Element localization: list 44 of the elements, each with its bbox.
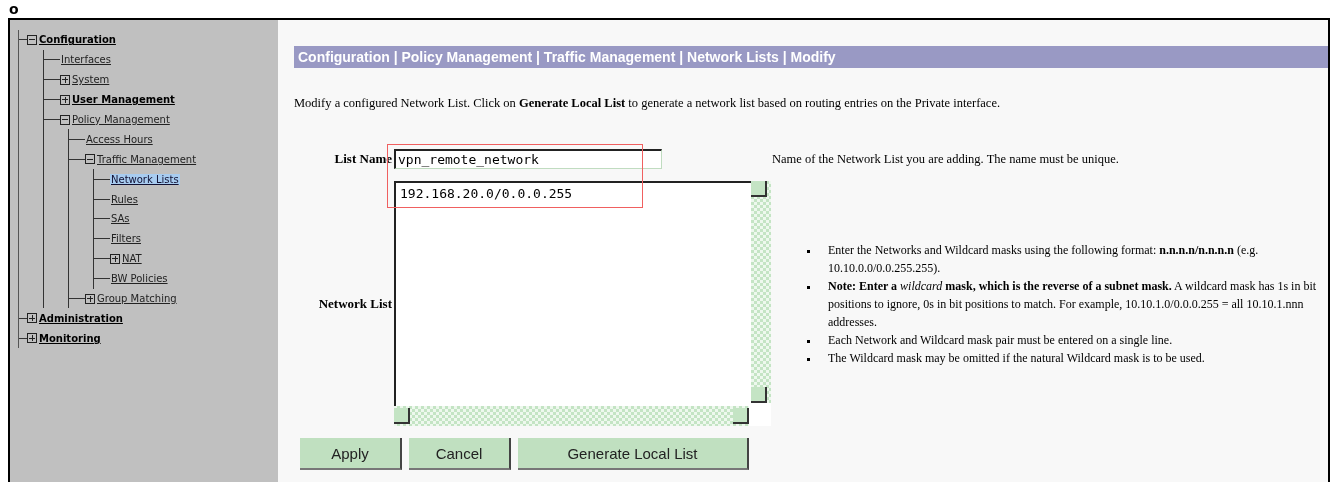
tree-item[interactable]: Access Hours — [85, 133, 154, 145]
form-button[interactable]: Apply — [300, 438, 402, 470]
expand-icon[interactable] — [27, 333, 37, 344]
expand-icon[interactable] — [110, 253, 120, 264]
collapse-icon[interactable] — [27, 34, 37, 45]
tree-item[interactable]: SAs — [110, 213, 131, 225]
bullet-icon — [807, 357, 810, 361]
tree-item[interactable]: Configuration — [38, 34, 117, 46]
list-name-field[interactable]: vpn_remote_network — [394, 149, 662, 169]
expand-icon[interactable] — [60, 74, 70, 85]
collapse-icon[interactable] — [85, 154, 95, 165]
expand-icon[interactable] — [60, 94, 70, 105]
bullet-icon — [807, 339, 810, 343]
tree-item[interactable]: NAT — [121, 253, 143, 265]
tree-item[interactable]: Monitoring — [38, 332, 102, 344]
tree-item[interactable]: Network Lists — [110, 173, 180, 185]
tree-item[interactable]: Group Matching — [96, 293, 178, 304]
tree-item[interactable]: Administration — [38, 312, 124, 324]
tree-item[interactable]: Traffic Management — [96, 153, 198, 165]
help-text: Name of the Network List you are adding. The name must be unique. — [772, 151, 1119, 167]
vertical-scrollbar[interactable] — [751, 181, 771, 403]
tree-item[interactable]: Interfaces — [60, 54, 112, 66]
form-button[interactable]: Cancel — [409, 438, 511, 470]
horizontal-scrollbar[interactable] — [394, 406, 749, 426]
field-label: Network List — [317, 295, 393, 312]
help-text: Each Network and Wildcard mask pair must be entered on a single line. — [828, 331, 1174, 349]
bullet-icon — [807, 285, 810, 289]
expand-icon[interactable] — [85, 293, 95, 304]
help-text: Note: Enter a wildcard mask, which is the reverse of a subnet mask. A wildcard mask has 1s in bit positions to ignore, 0s in bit positions to match. For example, 10.10.1.0/0.0.0.255 = all 10.10.1.nnn addresses. — [828, 277, 1317, 331]
tree-item[interactable]: Policy Management — [71, 114, 171, 125]
help-text: Enter the Networks and Wildcard masks using the following format: n.n.n.n/n.n.n.n (e.g. 10.10.0.0/0.0.255.255). — [828, 241, 1260, 277]
breadcrumb-bar: Configuration | Policy Management | Traffic Management | Network Lists | Modify — [294, 46, 1328, 68]
collapse-icon[interactable] — [60, 114, 70, 125]
tree-item[interactable]: User Management — [71, 94, 176, 106]
help-text: The Wildcard mask may be omitted if the natural Wildcard mask is to be used. — [828, 349, 1206, 367]
tree-item[interactable]: Filters — [110, 233, 142, 245]
expand-icon[interactable] — [27, 313, 37, 324]
form-button[interactable]: Generate Local List — [518, 438, 749, 470]
tree-item[interactable]: Rules — [110, 193, 139, 205]
intro-text: Modify a configured Network List. Click on Generate Local List to generate a network list based on routing entries on the Private interface. — [294, 96, 1002, 111]
bullet-icon — [807, 249, 810, 253]
tree-item[interactable]: System — [71, 74, 111, 86]
tree-item[interactable]: BW Policies — [110, 273, 169, 285]
corner-mark: o — [9, 1, 19, 17]
